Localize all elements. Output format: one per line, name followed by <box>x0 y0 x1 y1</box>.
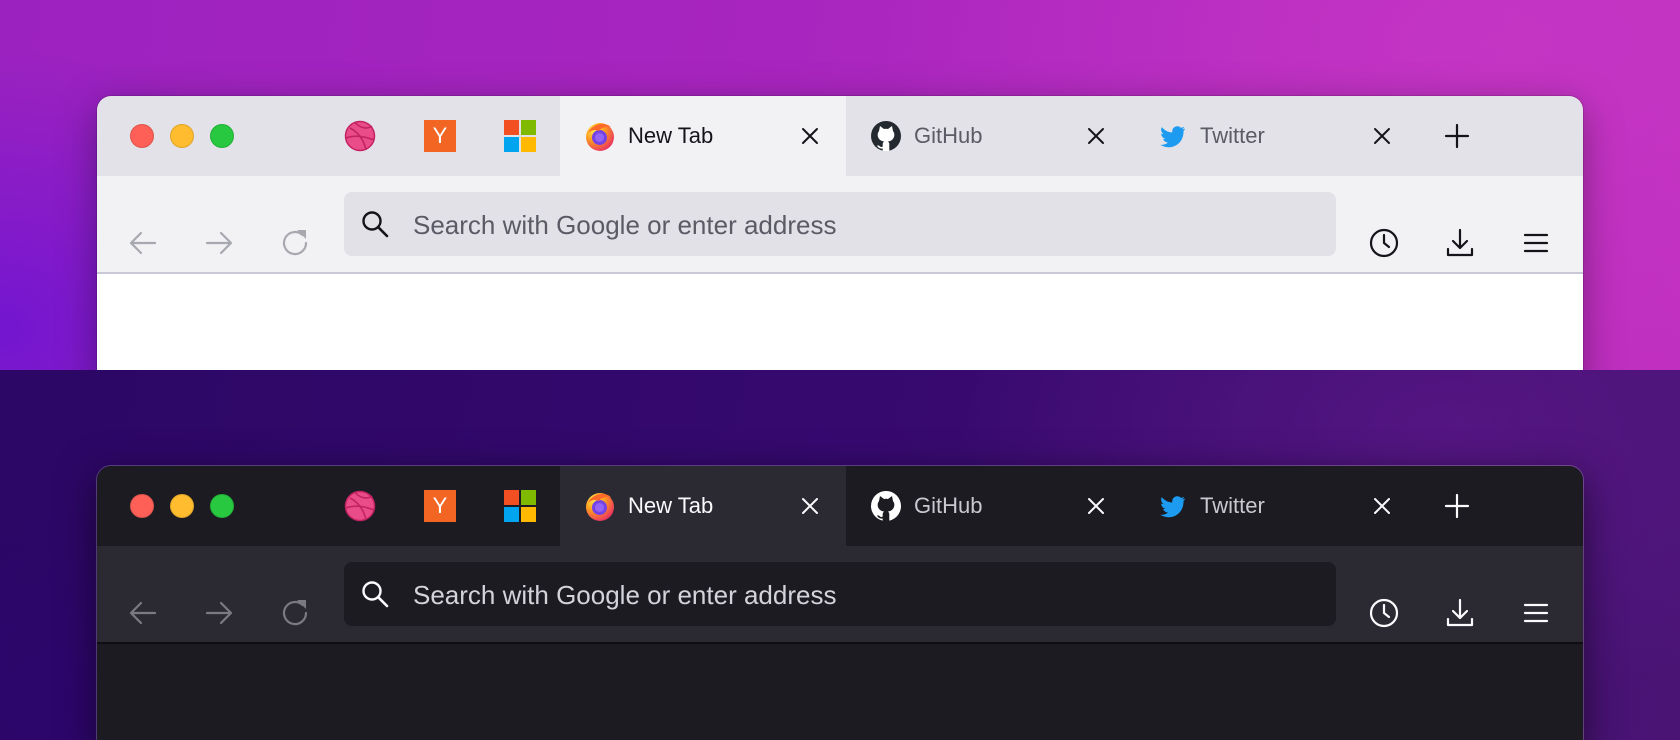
pinned-tab-microsoft[interactable] <box>504 120 536 152</box>
dribbble-icon <box>344 120 376 152</box>
close-icon[interactable] <box>1084 124 1108 148</box>
close-icon[interactable] <box>798 494 822 518</box>
firefox-icon <box>586 493 614 521</box>
tab-github[interactable]: GitHub <box>846 96 1132 176</box>
pinned-tab-hacker-news[interactable]: Y <box>424 120 456 152</box>
firefox-icon <box>586 123 614 151</box>
page-content <box>97 644 1583 740</box>
download-icon[interactable] <box>1441 594 1479 632</box>
history-clock-icon[interactable] <box>1365 224 1403 262</box>
reload-icon[interactable] <box>277 225 313 261</box>
pinned-tab-dribbble[interactable] <box>344 120 376 152</box>
forward-arrow-icon[interactable] <box>201 225 237 261</box>
address-bar[interactable]: Search with Google or enter address <box>344 562 1336 626</box>
hacker-news-icon: Y <box>424 490 456 522</box>
microsoft-icon <box>504 490 536 522</box>
hacker-news-icon: Y <box>424 120 456 152</box>
address-bar[interactable]: Search with Google or enter address <box>344 192 1336 256</box>
tab-label: GitHub <box>914 123 983 148</box>
download-icon[interactable] <box>1441 224 1479 262</box>
window-minimize-button[interactable] <box>170 124 194 148</box>
page-content <box>97 274 1583 370</box>
hamburger-menu-icon[interactable] <box>1517 224 1555 262</box>
back-arrow-icon[interactable] <box>125 225 161 261</box>
window-close-button[interactable] <box>130 494 154 518</box>
history-clock-icon[interactable] <box>1365 594 1403 632</box>
light-theme-backdrop: Y New Tab GitHub Twitter Search with Goo… <box>0 0 1680 370</box>
search-icon <box>362 581 389 608</box>
pinned-tab-dribbble[interactable] <box>344 490 376 522</box>
pinned-tab-hacker-news[interactable]: Y <box>424 490 456 522</box>
tab-label: Twitter <box>1200 123 1265 148</box>
reload-icon[interactable] <box>277 595 313 631</box>
window-zoom-button[interactable] <box>210 494 234 518</box>
tab-github[interactable]: GitHub <box>846 466 1132 546</box>
address-bar-placeholder: Search with Google or enter address <box>413 580 837 610</box>
tab-twitter[interactable]: Twitter <box>1132 466 1418 546</box>
tab-label: Twitter <box>1200 493 1265 518</box>
twitter-icon <box>1160 126 1185 148</box>
hamburger-menu-icon[interactable] <box>1517 594 1555 632</box>
browser-window-dark: Y New Tab GitHub Twitter Search with Goo… <box>97 466 1583 740</box>
close-icon[interactable] <box>1370 494 1394 518</box>
window-close-button[interactable] <box>130 124 154 148</box>
window-zoom-button[interactable] <box>210 124 234 148</box>
close-icon[interactable] <box>1370 124 1394 148</box>
tab-new-tab[interactable]: New Tab <box>560 466 846 546</box>
close-icon[interactable] <box>798 124 822 148</box>
new-tab-plus-icon[interactable] <box>1443 122 1471 150</box>
github-icon <box>871 491 901 521</box>
twitter-icon <box>1160 496 1185 518</box>
dribbble-icon <box>344 490 376 522</box>
window-minimize-button[interactable] <box>170 494 194 518</box>
forward-arrow-icon[interactable] <box>201 595 237 631</box>
tab-new-tab[interactable]: New Tab <box>560 96 846 176</box>
pinned-tab-microsoft[interactable] <box>504 490 536 522</box>
search-icon <box>362 211 389 238</box>
tab-twitter[interactable]: Twitter <box>1132 96 1418 176</box>
tab-label: New Tab <box>628 123 714 148</box>
dark-theme-backdrop: Y New Tab GitHub Twitter Search with Goo… <box>0 370 1680 740</box>
tab-bar: Y New Tab GitHub Twitter <box>97 96 1583 176</box>
browser-window-light: Y New Tab GitHub Twitter Search with Goo… <box>97 96 1583 370</box>
github-icon <box>871 121 901 151</box>
close-icon[interactable] <box>1084 494 1108 518</box>
tab-label: New Tab <box>628 493 714 518</box>
back-arrow-icon[interactable] <box>125 595 161 631</box>
microsoft-icon <box>504 120 536 152</box>
new-tab-plus-icon[interactable] <box>1443 492 1471 520</box>
address-bar-placeholder: Search with Google or enter address <box>413 210 837 240</box>
tab-bar: Y New Tab GitHub Twitter <box>97 466 1583 546</box>
tab-label: GitHub <box>914 493 983 518</box>
